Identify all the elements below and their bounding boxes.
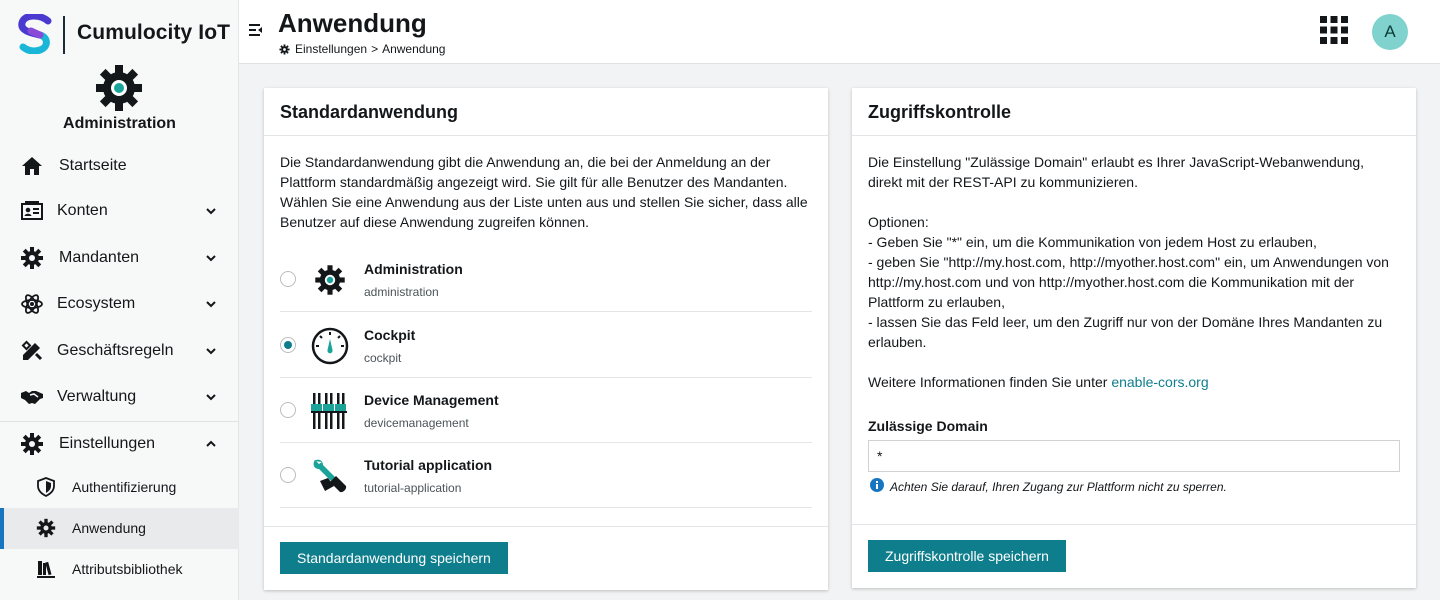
more-info-prefix: Weitere Informationen finden Sie unter xyxy=(868,374,1108,390)
card-header: Standardanwendung xyxy=(264,88,828,136)
card-footer-divider xyxy=(852,524,1416,525)
header: Anwendung Einstellungen > Anwendung A xyxy=(239,0,1440,64)
gear-icon xyxy=(36,518,56,538)
card-footer-divider xyxy=(264,526,828,527)
chevron-down-icon xyxy=(206,348,216,355)
sidebar-item-einstellungen[interactable]: Einstellungen xyxy=(0,421,239,467)
sidebar-subitem-attributsbibliothek[interactable]: Attributsbibliothek xyxy=(0,549,239,590)
breadcrumb-separator: > xyxy=(371,42,379,56)
allowed-domain-label: Zulässige Domain xyxy=(868,418,988,434)
app-name: Administration xyxy=(364,261,463,277)
radio-button[interactable] xyxy=(280,402,296,418)
app-option-cockpit[interactable]: Cockpit cockpit xyxy=(280,313,812,378)
sidebar-subitem-label: Authentifizierung xyxy=(72,479,177,495)
gear-icon xyxy=(21,433,43,455)
info-icon xyxy=(870,478,884,492)
gauge-icon xyxy=(311,327,349,365)
breadcrumb: Einstellungen > Anwendung xyxy=(279,42,445,56)
allowed-domain-input[interactable] xyxy=(868,440,1400,472)
gear-icon xyxy=(279,43,290,55)
sidebar-item-konten[interactable]: Konten xyxy=(0,188,239,234)
sidebar-item-startseite[interactable]: Startseite xyxy=(0,143,239,189)
save-default-application-button[interactable]: Standardanwendung speichern xyxy=(280,542,508,574)
sidebar-item-label: Geschäftsregeln xyxy=(57,342,174,359)
app-option-tutorial-application[interactable]: Tutorial application tutorial-applicatio… xyxy=(280,443,812,508)
chevron-down-icon xyxy=(206,394,216,401)
sidebar-item-label: Verwaltung xyxy=(57,388,137,405)
app-name: Cockpit xyxy=(364,327,416,343)
chevron-down-icon xyxy=(206,208,216,215)
sidebar-subitem-anwendung[interactable]: Anwendung xyxy=(0,508,239,549)
option-1: - Geben Sie "*" ein, um die Kommunikatio… xyxy=(868,234,1317,250)
app-key: administration xyxy=(364,285,439,299)
brand-divider xyxy=(63,16,65,54)
tools-icon xyxy=(313,459,347,493)
card-title: Zugriffskontrolle xyxy=(868,102,1011,122)
sidebar-item-label: Konten xyxy=(57,202,108,219)
sidebar-item-label: Einstellungen xyxy=(59,435,156,452)
brand-name: Cumulocity IoT xyxy=(77,21,231,44)
app-key: devicemanagement xyxy=(364,416,469,430)
atom-icon xyxy=(21,294,43,314)
help-text: Achten Sie darauf, Ihren Zugang zur Plat… xyxy=(890,480,1227,494)
radio-button[interactable] xyxy=(280,467,296,483)
user-avatar[interactable]: A xyxy=(1372,14,1408,50)
app-name: Device Management xyxy=(364,392,499,408)
device-management-icon xyxy=(311,393,347,429)
sidebar-item-mandanten[interactable]: Mandanten xyxy=(0,235,239,281)
gear-icon xyxy=(315,265,345,295)
sidebar-item-label: Mandanten xyxy=(59,249,140,266)
breadcrumb-parent-link[interactable]: Einstellungen xyxy=(295,42,367,56)
sidebar-item-verwaltung[interactable]: Verwaltung xyxy=(0,374,239,420)
app-name: Tutorial application xyxy=(364,457,493,473)
access-control-intro: Die Einstellung "Zulässige Domain" erlau… xyxy=(868,154,1365,190)
cumulocity-logo-icon xyxy=(18,14,52,54)
app-key: tutorial-application xyxy=(364,481,462,495)
radio-button[interactable] xyxy=(280,271,296,287)
card-title: Standardanwendung xyxy=(280,102,459,122)
default-application-card: Standardanwendung Die Standardanwendung … xyxy=(264,88,828,590)
chevron-down-icon xyxy=(206,301,216,308)
sidebar-subitem-label: Attributsbibliothek xyxy=(72,561,183,577)
enable-cors-link[interactable]: enable-cors.org xyxy=(1111,374,1208,390)
chevron-down-icon xyxy=(206,255,216,262)
more-info: Weitere Informationen finden Sie unter e… xyxy=(868,372,1402,392)
sidebar-item-label: Ecosystem xyxy=(57,295,136,312)
option-3: - lassen Sie das Feld leer, um den Zugri… xyxy=(868,314,1383,350)
sidebar-subitem-authentifizierung[interactable]: Authentifizierung xyxy=(0,467,239,508)
access-control-card: Zugriffskontrolle Die Einstellung "Zuläs… xyxy=(852,88,1416,588)
accounts-icon xyxy=(21,201,43,220)
save-access-control-button[interactable]: Zugriffskontrolle speichern xyxy=(868,540,1066,572)
radio-button-selected[interactable] xyxy=(280,337,296,353)
sidebar-item-label: Startseite xyxy=(59,157,127,174)
gear-icon xyxy=(21,247,43,269)
app-option-administration[interactable]: Administration administration xyxy=(280,247,812,312)
options-heading: Optionen: xyxy=(868,214,929,230)
breadcrumb-current: Anwendung xyxy=(382,42,446,56)
page-title: Anwendung xyxy=(278,8,427,38)
app-switcher-grid-icon[interactable] xyxy=(1320,16,1348,44)
allowed-domain-help: Achten Sie darauf, Ihren Zugang zur Plat… xyxy=(870,478,1227,494)
ruler-pencil-icon xyxy=(21,340,43,361)
handshake-icon xyxy=(21,391,43,404)
app-name: Administration xyxy=(63,115,176,132)
default-app-description: Die Standardanwendung gibt die Anwendung… xyxy=(280,154,808,230)
library-icon xyxy=(37,561,55,578)
home-icon xyxy=(22,157,42,175)
sidebar-item-geschaeftsregeln[interactable]: Geschäftsregeln xyxy=(0,328,239,374)
chevron-up-icon xyxy=(206,440,216,447)
option-2: - geben Sie "http://my.host.com, http://… xyxy=(868,254,1389,310)
sidebar-item-ecosystem[interactable]: Ecosystem xyxy=(0,281,239,327)
brand: Cumulocity IoT xyxy=(0,0,239,62)
shield-icon xyxy=(37,477,55,497)
card-header: Zugriffskontrolle xyxy=(852,88,1416,136)
sidebar: Cumulocity IoT Administration Startseite xyxy=(0,0,239,600)
app-option-device-management[interactable]: Device Management devicemanagement xyxy=(280,378,812,443)
administration-gear-icon xyxy=(96,65,142,111)
menu-collapse-icon[interactable] xyxy=(249,22,265,38)
app-key: cockpit xyxy=(364,351,402,365)
sidebar-subitem-label: Anwendung xyxy=(72,520,146,536)
